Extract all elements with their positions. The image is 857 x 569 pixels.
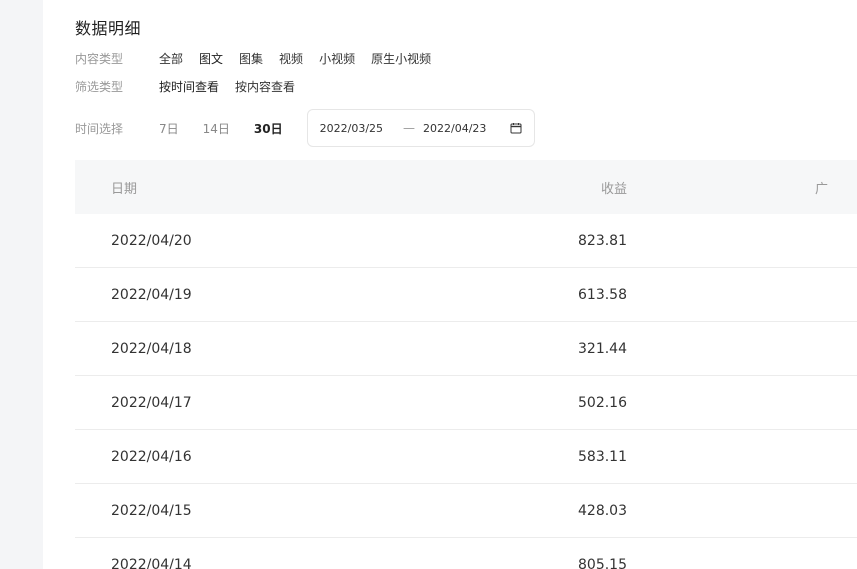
- header-date: 日期: [111, 181, 138, 197]
- table-row: 2022/04/14 805.15: [75, 538, 857, 569]
- cell-date: 2022/04/18: [111, 340, 192, 357]
- data-table: 日期 收益 广 2022/04/20 823.81 2022/04/19 613…: [75, 160, 857, 569]
- cell-date: 2022/04/14: [111, 556, 192, 569]
- table-header: 日期 收益 广: [75, 160, 857, 214]
- date-range-start[interactable]: 2022/03/25: [320, 122, 383, 135]
- data-detail-panel: 数据明细 内容类型 全部 图文 图集 视频 小视频 原生小视频 筛选类型 按时间…: [43, 0, 857, 569]
- cell-date: 2022/04/19: [111, 286, 192, 303]
- header-revenue: 收益: [600, 181, 627, 197]
- date-range-separator: —: [403, 121, 416, 135]
- filter-type-label: 筛选类型: [75, 79, 124, 94]
- cell-date: 2022/04/16: [111, 448, 192, 465]
- date-range-end[interactable]: 2022/04/23: [423, 122, 486, 135]
- table-row: 2022/04/16 583.11: [75, 430, 857, 484]
- time-7-days[interactable]: 7日: [159, 120, 179, 137]
- time-filter: 时间选择 7日 14日 30日 2022/03/25 — 2022/04/23: [75, 108, 535, 148]
- cell-revenue: 583.11: [578, 448, 627, 465]
- content-type-all[interactable]: 全部: [159, 50, 183, 67]
- table-row: 2022/04/20 823.81: [75, 214, 857, 268]
- content-type-filter: 内容类型 全部 图文 图集 视频 小视频 原生小视频: [75, 48, 447, 68]
- table-row: 2022/04/18 321.44: [75, 322, 857, 376]
- cell-revenue: 805.15: [578, 556, 627, 569]
- cell-date: 2022/04/15: [111, 502, 192, 519]
- cell-revenue: 613.58: [578, 286, 627, 303]
- header-ads: 广: [815, 181, 829, 197]
- content-type-video[interactable]: 视频: [279, 50, 303, 67]
- table-row: 2022/04/19 613.58: [75, 268, 857, 322]
- calendar-icon[interactable]: [510, 122, 522, 134]
- cell-revenue: 321.44: [578, 340, 627, 357]
- filter-type-filter: 筛选类型 按时间查看 按内容查看: [75, 76, 311, 96]
- content-type-gallery[interactable]: 图集: [239, 50, 263, 67]
- time-label: 时间选择: [75, 121, 124, 136]
- content-type-label: 内容类型: [75, 51, 124, 66]
- date-range-picker[interactable]: 2022/03/25 — 2022/04/23: [306, 109, 535, 147]
- cell-revenue: 823.81: [578, 232, 627, 249]
- content-type-short-video[interactable]: 小视频: [319, 50, 355, 67]
- page-title: 数据明细: [75, 19, 142, 38]
- time-14-days[interactable]: 14日: [203, 120, 230, 137]
- filter-by-content[interactable]: 按内容查看: [235, 78, 295, 95]
- content-type-article[interactable]: 图文: [199, 50, 223, 67]
- cell-date: 2022/04/20: [111, 232, 192, 249]
- cell-revenue: 428.03: [578, 502, 627, 519]
- cell-date: 2022/04/17: [111, 394, 192, 411]
- table-row: 2022/04/17 502.16: [75, 376, 857, 430]
- time-30-days[interactable]: 30日: [254, 120, 283, 137]
- cell-revenue: 502.16: [578, 394, 627, 411]
- table-row: 2022/04/15 428.03: [75, 484, 857, 538]
- content-type-native-short-video[interactable]: 原生小视频: [371, 50, 431, 67]
- filter-by-time[interactable]: 按时间查看: [159, 78, 219, 95]
